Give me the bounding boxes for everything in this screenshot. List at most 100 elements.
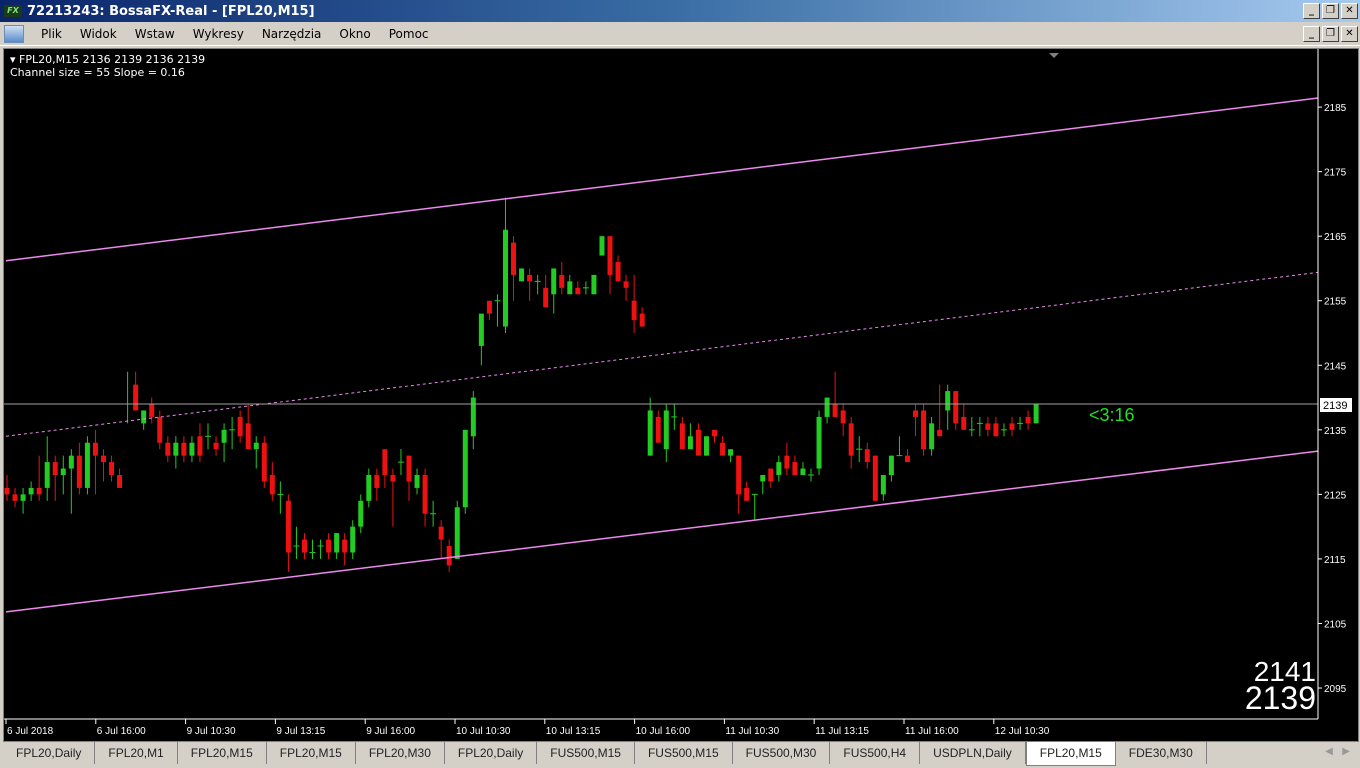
candle-body (301, 539, 307, 553)
x-tick-label: 10 Jul 10:30 (456, 726, 511, 737)
menu-wstaw[interactable]: Wstaw (126, 27, 184, 41)
tab-fus500-h4[interactable]: FUS500,H4 (830, 742, 921, 764)
candle-body (985, 423, 991, 430)
candle (551, 268, 557, 314)
tab-fus500-m15[interactable]: FUS500,M15 (537, 742, 635, 764)
document-icon[interactable] (4, 24, 24, 43)
candle (953, 391, 959, 430)
candle (961, 404, 967, 430)
tab-fpl20-m30[interactable]: FPL20,M30 (356, 742, 445, 764)
restore-button[interactable]: ❐ (1322, 3, 1339, 19)
y-tick-label: 2145 (1324, 361, 1347, 372)
candle (237, 410, 243, 443)
candle-body (486, 300, 492, 314)
candle (599, 236, 605, 256)
tab-scroll-arrows-icon[interactable]: ◀ ▶ (1325, 746, 1350, 757)
candle-body (76, 455, 82, 488)
candle (60, 455, 66, 495)
candle-body (1033, 404, 1039, 424)
chart-window[interactable]: 2185 2175 2165 2155 2145 2135 2125 2115 2105 2095… (3, 48, 1359, 742)
child-restore-button[interactable]: ❐ (1322, 26, 1339, 42)
current-price-label: 2139 (1323, 400, 1347, 412)
candle-body (20, 494, 26, 501)
minimize-button[interactable]: _ (1303, 3, 1320, 19)
candle-body (848, 423, 854, 456)
candle-body (687, 436, 693, 450)
y-tick-label: 2165 (1324, 232, 1347, 243)
candle (245, 404, 251, 450)
menu-narzedzia[interactable]: Narzędzia (253, 27, 331, 41)
candle-body (993, 423, 999, 437)
candle-body (744, 487, 750, 501)
candle-body (937, 429, 943, 437)
window-title: 72213243: BossaFX-Real - [FPL20,M15] (27, 3, 315, 19)
candle-body (197, 436, 203, 456)
chart-shift-marker-icon[interactable] (1049, 53, 1059, 58)
candle (527, 268, 533, 301)
y-tick-label: 2185 (1324, 103, 1347, 114)
candle-body (342, 539, 348, 553)
menu-wykresy[interactable]: Wykresy (184, 27, 253, 41)
child-close-button[interactable]: ✕ (1341, 26, 1358, 42)
tab-fpl20-m15[interactable]: FPL20,M15 (178, 742, 267, 764)
candlestick-chart[interactable]: 2185 2175 2165 2155 2145 2135 2125 2115 2105 2095… (4, 49, 1358, 741)
candle (301, 533, 307, 559)
candle (511, 236, 517, 301)
x-tick-label: 10 Jul 13:15 (546, 726, 601, 737)
tab-fpl20-m15[interactable]: FPL20,M15 (1025, 742, 1116, 766)
y-tick-label: 2155 (1324, 297, 1347, 308)
candle (342, 533, 348, 566)
candle (92, 429, 98, 495)
y-tick-label: 2105 (1324, 619, 1347, 630)
candle (269, 462, 275, 501)
tab-fus500-m15[interactable]: FUS500,M15 (635, 742, 733, 764)
candle-body (511, 242, 517, 275)
tab-usdpln-daily[interactable]: USDPLN,Daily (920, 742, 1026, 764)
tab-fpl20-daily[interactable]: FPL20,Daily (445, 742, 538, 764)
candle-body (36, 487, 42, 495)
candle (712, 429, 718, 443)
candle-body (519, 268, 525, 282)
candle-body (880, 475, 886, 495)
candle-body (52, 462, 58, 476)
candle-body (720, 442, 726, 456)
candle-body (414, 475, 420, 488)
menu-widok[interactable]: Widok (71, 27, 126, 41)
tab-fde30-m30[interactable]: FDE30,M30 (1116, 742, 1207, 764)
candle (390, 468, 396, 527)
child-minimize-button[interactable]: _ (1303, 26, 1320, 42)
candle-body (703, 436, 709, 456)
candle-body (615, 262, 621, 282)
candle-body (366, 475, 372, 501)
tab-fus500-m30[interactable]: FUS500,M30 (733, 742, 831, 764)
candle-body (422, 475, 428, 514)
candle (197, 423, 203, 463)
candle-body (679, 423, 685, 450)
candle-body (109, 462, 115, 476)
candle (12, 487, 18, 508)
candle-body (117, 475, 123, 488)
menu-pomoc[interactable]: Pomoc (380, 27, 438, 41)
candle-body (213, 442, 219, 450)
tab-fpl20-m15[interactable]: FPL20,M15 (267, 742, 356, 764)
candle-body (438, 526, 444, 540)
candle-body (760, 475, 766, 482)
candle (1033, 404, 1039, 424)
y-tick-label: 2175 (1324, 168, 1347, 179)
candle-body (768, 468, 774, 482)
candle (904, 449, 910, 463)
candle (671, 404, 678, 430)
menu-okno[interactable]: Okno (330, 27, 379, 41)
x-tick-label: 6 Jul 16:00 (97, 726, 146, 737)
tab-fpl20-daily[interactable]: FPL20,Daily (3, 742, 96, 764)
candle-body (334, 533, 340, 553)
candle-body (189, 442, 195, 456)
tab-fpl20-m1[interactable]: FPL20,M1 (95, 742, 178, 764)
candle-body (28, 487, 34, 495)
menu-plik[interactable]: Plik (32, 27, 71, 41)
candle (109, 455, 115, 482)
candle-body (840, 410, 846, 424)
candle (929, 416, 935, 456)
close-button[interactable]: ✕ (1341, 3, 1358, 19)
candle (695, 423, 701, 456)
